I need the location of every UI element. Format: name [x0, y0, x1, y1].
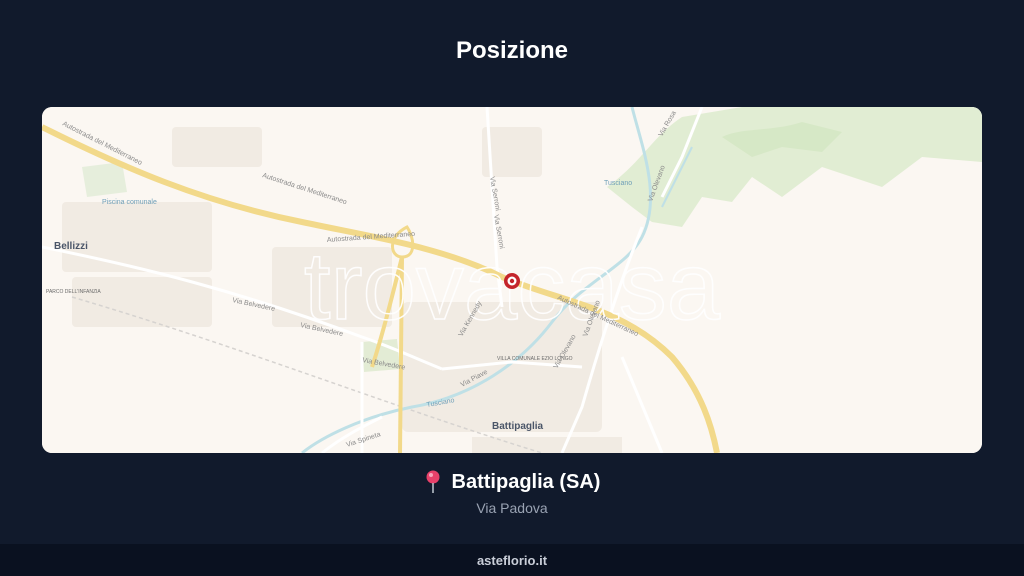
- location-row: Battipaglia (SA): [0, 470, 1024, 494]
- location-name: Battipaglia (SA): [451, 470, 601, 493]
- map[interactable]: trovacasa Autostrada del Mediterraneo Au…: [42, 107, 982, 453]
- green-area: [82, 162, 127, 197]
- river-label: Tusciano: [604, 180, 632, 187]
- town-label: Bellizzi: [54, 241, 88, 252]
- poi-label: Piscina comunale: [102, 199, 157, 206]
- page-title: Posizione: [455, 37, 569, 64]
- poi-label: VILLA COMUNALE EZIO LONGO: [497, 356, 573, 362]
- footer-link[interactable]: asteflorio.it: [477, 553, 547, 568]
- footer: asteflorio.it: [0, 544, 1024, 576]
- location-marker[interactable]: [504, 273, 520, 289]
- pushpin-icon: [426, 470, 440, 493]
- poi-label: PARCO DELL'INFANZIA: [46, 289, 101, 295]
- map-canvas[interactable]: trovacasa Autostrada del Mediterraneo Au…: [42, 107, 982, 453]
- location-address: Via Padova: [476, 500, 548, 516]
- town-label: Battipaglia: [492, 421, 544, 432]
